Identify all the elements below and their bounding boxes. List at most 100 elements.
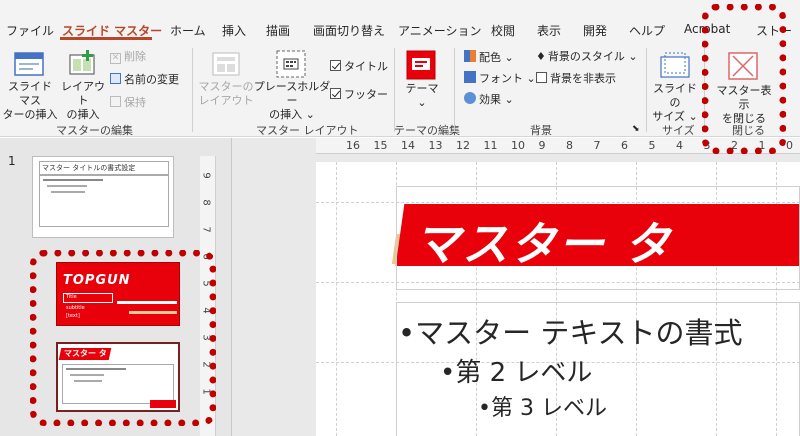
chevron-down-icon: ⌄ <box>624 50 638 63</box>
insert-layout-label: レイアウト の挿入 <box>61 80 105 121</box>
ruler-tick-label: 9 <box>200 172 212 179</box>
group-label-master-layout: マスター レイアウト <box>256 124 359 137</box>
ruler-tick-label: 5 <box>648 139 656 152</box>
ruler-tick-label: 16 <box>346 139 360 152</box>
chevron-down-icon: ⌄ <box>523 72 536 85</box>
footer-checkbox-label: フッター <box>344 88 388 101</box>
slide-title-text: マスター タ <box>414 217 673 271</box>
chevron-down-icon: ⌄ <box>501 93 514 106</box>
fonts-dropdown[interactable]: フォント ⌄ <box>464 71 536 86</box>
effects-dropdown[interactable]: 効果 ⌄ <box>464 92 514 107</box>
paint-bucket-icon: ♦ <box>536 50 546 63</box>
chevron-down-icon: ⌄ <box>501 51 514 64</box>
ribbon-tab-bar: ファイル スライド マスター ホーム 挿入 描画 画面切り替え アニメーション … <box>0 0 800 40</box>
ribbon-separator <box>192 48 193 132</box>
tab-developer[interactable]: 開発 <box>583 22 607 39</box>
thumbnail-text-line <box>47 185 87 187</box>
color-palette-icon <box>464 50 476 62</box>
theme-button[interactable]: テーマ ⌄ <box>400 82 444 110</box>
guide-line <box>336 162 337 436</box>
preserve-label: 保持 <box>124 96 146 109</box>
tab-home[interactable]: ホーム <box>170 22 206 39</box>
rename-button[interactable]: 名前の変更 <box>110 73 179 87</box>
delete-label: 削除 <box>124 50 146 63</box>
thumbnail-text-line <box>51 191 85 193</box>
colors-label: 配色 <box>479 51 501 64</box>
fonts-label: フォント <box>479 72 523 85</box>
ruler-tick-label: 0 <box>786 139 793 152</box>
annotation-highlight-close-master <box>702 4 786 154</box>
ruler-tick-label: 9 <box>538 139 546 152</box>
insert-slide-master-button[interactable]: スライド マス ターの挿入 <box>2 80 58 122</box>
font-icon <box>464 71 476 83</box>
tab-view[interactable]: 表示 <box>537 22 561 39</box>
theme-label: テーマ <box>405 82 439 95</box>
tab-transitions[interactable]: 画面切り替え <box>313 22 385 39</box>
checkbox-unchecked-icon <box>536 72 547 83</box>
ruler-tick-label: 13 <box>428 139 443 152</box>
body-level-1: •マスター テキストの書式 <box>398 316 743 350</box>
insert-placeholder-button[interactable]: プレースホルダー の挿入 ⌄ <box>252 80 332 122</box>
thumbnail-master-title: マスター タイトルの書式設定 <box>39 161 169 175</box>
ruler-tick-label: 14 <box>401 139 415 152</box>
master-layout-button[interactable]: マスターの レイアウト <box>198 80 254 108</box>
ruler-tick-label: 11 <box>483 139 498 152</box>
ribbon-separator <box>646 48 647 132</box>
group-label-background: 背景 <box>530 124 552 137</box>
ribbon-separator <box>394 48 395 132</box>
hide-background-checkbox[interactable]: 背景を非表示 <box>536 72 616 86</box>
delete-button[interactable]: ✕ 削除 <box>110 50 146 64</box>
insert-slide-master-label: スライド マス ターの挿入 <box>2 80 58 121</box>
annotation-highlight-layout-thumbnails <box>30 250 216 426</box>
theme-icon <box>406 50 436 80</box>
master-layout-label: マスターの レイアウト <box>198 80 254 107</box>
chevron-down-icon: ⌄ <box>302 108 315 121</box>
title-checkbox[interactable]: タイトル <box>330 60 388 74</box>
rename-icon <box>110 73 121 84</box>
preserve-button[interactable]: 保持 <box>110 96 146 110</box>
body-level-2: •第 2 レベル <box>440 358 593 388</box>
insert-layout-icon <box>69 50 95 75</box>
master-layout-icon <box>212 52 240 76</box>
footer-checkbox[interactable]: フッター <box>330 88 388 102</box>
ruler-tick-label: 12 <box>456 139 470 152</box>
background-styles-dropdown[interactable]: ♦ 背景のスタイル ⌄ <box>536 50 638 64</box>
checkbox-checked-icon <box>330 88 341 99</box>
insert-placeholder-icon <box>276 50 306 78</box>
tab-animations[interactable]: アニメーション <box>398 22 482 39</box>
tab-insert[interactable]: 挿入 <box>222 22 246 39</box>
tab-review[interactable]: 校閲 <box>491 22 515 39</box>
thumbnail-body-placeholder <box>39 175 169 227</box>
checkbox-checked-icon <box>330 60 341 71</box>
thumbnail-slide-master[interactable]: マスター タイトルの書式設定 <box>32 156 174 238</box>
ruler-tick-label: 10 <box>511 139 525 152</box>
colors-dropdown[interactable]: 配色 ⌄ <box>464 50 514 65</box>
hide-background-label: 背景を非表示 <box>550 72 616 85</box>
insert-layout-button[interactable]: レイアウト の挿入 <box>60 80 106 122</box>
group-label-theme-edit: テーマの編集 <box>394 124 460 137</box>
chevron-down-icon: ⌄ <box>417 96 427 109</box>
group-label-master-edit: マスターの編集 <box>56 124 133 137</box>
insert-slide-master-icon <box>14 52 44 76</box>
ruler-tick-label: 15 <box>373 139 388 152</box>
body-level-3: •第 3 レベル <box>478 396 607 421</box>
dialog-launcher-icon[interactable]: ⬊ <box>632 122 640 136</box>
tab-help[interactable]: ヘルプ <box>629 22 665 39</box>
pin-icon <box>110 96 121 107</box>
tab-file[interactable]: ファイル <box>6 22 54 39</box>
title-checkbox-label: タイトル <box>344 60 388 73</box>
effects-label: 効果 <box>479 93 501 106</box>
slide-number: 1 <box>8 154 16 168</box>
ribbon-separator <box>454 48 455 132</box>
slide-editor[interactable]: マスター タ •マスター テキストの書式 •第 2 レベル •第 3 レベル <box>316 162 800 436</box>
ruler-tick-label: 8 <box>566 139 573 152</box>
thumbnail-text-line <box>43 179 103 181</box>
delete-icon: ✕ <box>110 53 121 64</box>
ruler-tick-label: 7 <box>200 226 212 233</box>
tab-draw[interactable]: 描画 <box>266 22 290 39</box>
ruler-tick-label: 8 <box>200 199 212 206</box>
group-label-size: サイズ <box>662 124 695 137</box>
ruler-tick-label: 6 <box>621 139 628 152</box>
slide-size-button[interactable]: スライドの サイズ ⌄ <box>650 82 700 124</box>
ruler-tick-label: 4 <box>676 139 683 152</box>
